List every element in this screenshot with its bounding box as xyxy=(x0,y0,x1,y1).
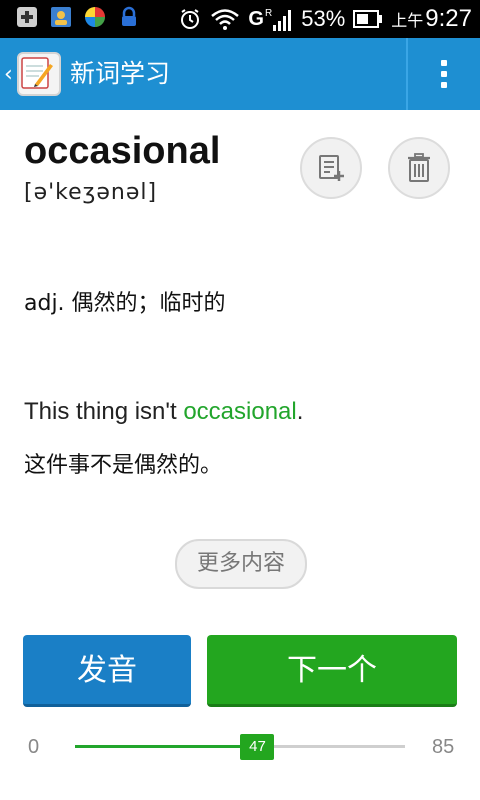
next-word-button[interactable]: 下一个 xyxy=(207,635,457,707)
contact-card-icon xyxy=(51,7,71,27)
progress-max: 85 xyxy=(432,736,455,758)
back-button[interactable]: ‹ xyxy=(0,38,61,110)
app-bar: ‹ 新词学习 xyxy=(0,38,480,110)
signal-indicator: G R xyxy=(248,8,293,31)
example-text-before: This thing isn't xyxy=(24,398,184,425)
overflow-menu-button[interactable] xyxy=(408,38,480,110)
chevron-left-icon: ‹ xyxy=(4,61,13,87)
progress-fill xyxy=(75,745,258,748)
pronounce-button[interactable]: 发音 xyxy=(23,635,191,707)
example-sentence-en: This thing isn't occasional. xyxy=(24,398,303,426)
dot-icon xyxy=(441,82,447,88)
wifi-icon xyxy=(211,9,240,30)
app-icon xyxy=(16,52,61,96)
notification-icons xyxy=(16,6,140,28)
add-note-icon xyxy=(319,155,344,181)
app-logo-icon xyxy=(85,7,105,27)
signal-bars-icon xyxy=(273,9,292,31)
time-prefix: 上午 xyxy=(391,13,424,30)
example-text-after: . xyxy=(296,398,304,425)
delete-button[interactable] xyxy=(388,137,450,199)
clock: 9:27 xyxy=(425,5,472,32)
lock-icon xyxy=(122,6,136,26)
page-title: 新词学习 xyxy=(70,59,171,88)
more-content-button[interactable]: 更多内容 xyxy=(175,539,307,589)
alarm-icon xyxy=(181,9,200,29)
example-sentence-zh: 这件事不是偶然的。 xyxy=(24,453,223,478)
add-icon xyxy=(17,7,37,27)
system-indicators: G R 53% 上午 9:27 xyxy=(178,0,472,38)
battery-icon xyxy=(353,10,383,28)
progress-min: 0 xyxy=(28,736,40,758)
word-phonetic: [ə'keʒənəl] xyxy=(24,180,158,205)
notebook-pencil-icon xyxy=(21,57,53,89)
trash-icon xyxy=(408,153,430,182)
network-type: G xyxy=(248,7,264,30)
word-definition: adj. 偶然的；临时的 xyxy=(24,291,226,316)
add-to-wordbook-button[interactable] xyxy=(300,137,362,199)
dot-icon xyxy=(441,71,447,77)
example-highlight-word: occasional xyxy=(183,398,297,425)
roaming-label: R xyxy=(264,7,273,19)
word-title: occasional xyxy=(24,130,221,172)
dot-icon xyxy=(441,60,447,66)
battery-percent: 53% xyxy=(301,6,346,31)
status-bar: G R 53% 上午 9:27 xyxy=(0,0,480,38)
progress-thumb[interactable]: 47 xyxy=(240,734,275,760)
